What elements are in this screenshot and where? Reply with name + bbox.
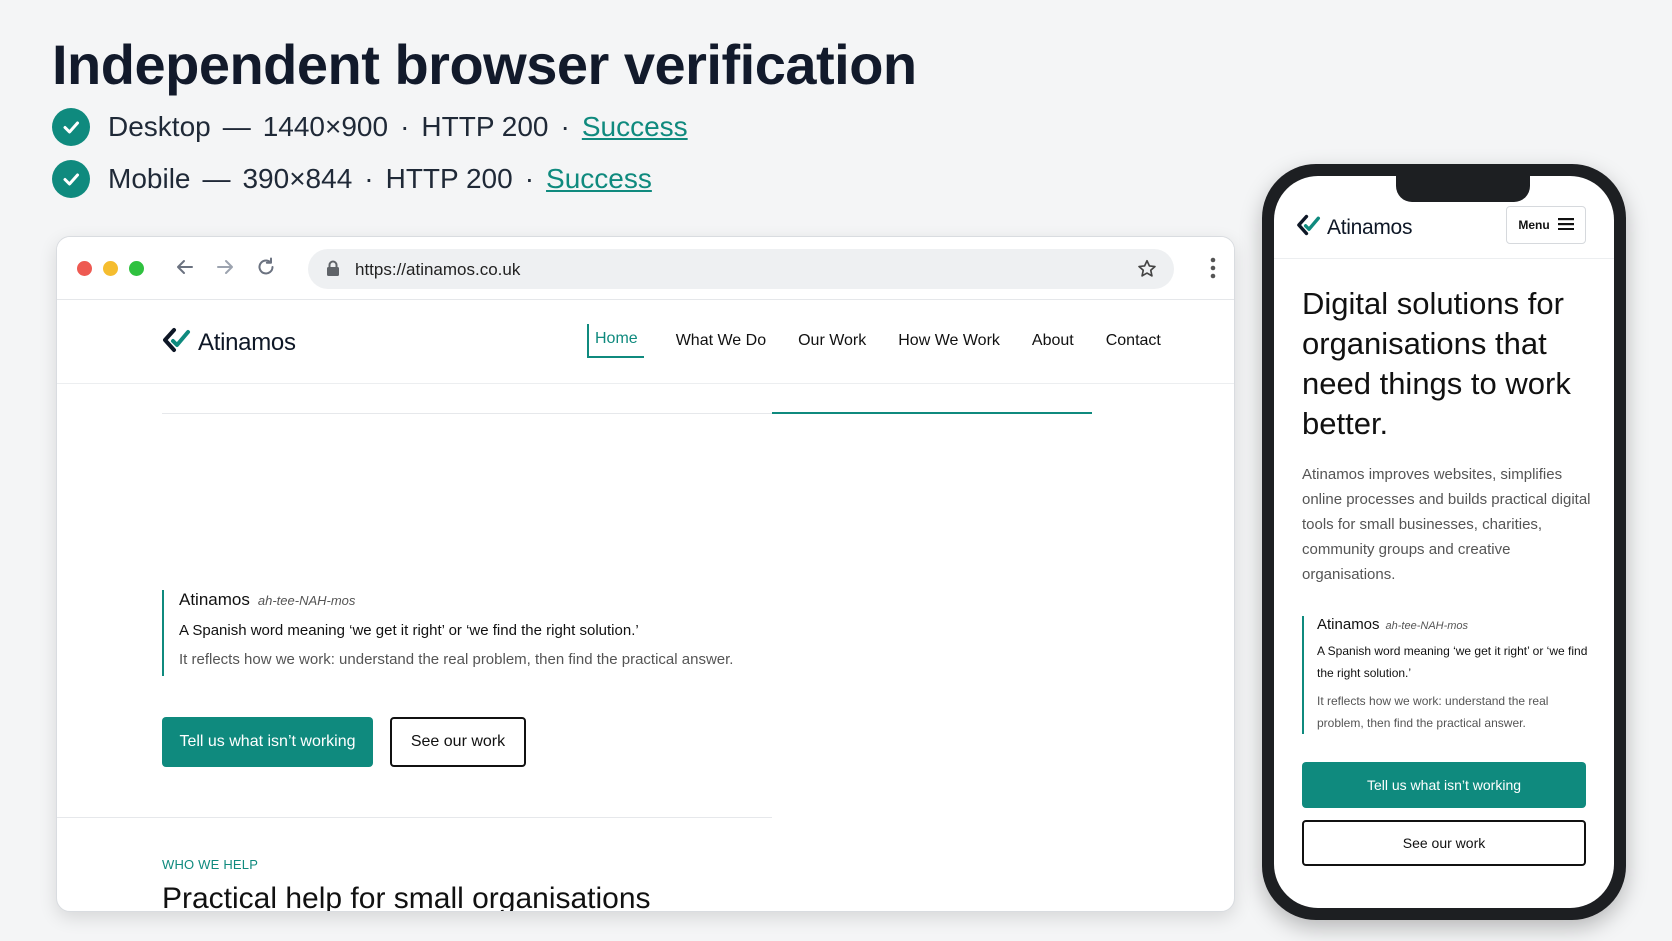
accent-divider <box>772 412 1092 414</box>
more-vert-icon[interactable] <box>1210 257 1216 284</box>
name-meaning-callout: Atinamos ah-tee-NAH-mos A Spanish word me… <box>162 590 733 676</box>
check-circle-icon <box>52 108 90 146</box>
dash-separator: — <box>202 163 231 194</box>
section-divider <box>57 817 772 818</box>
site-logo[interactable]: Atinamos <box>162 327 296 358</box>
section-eyebrow: WHO WE HELP <box>162 857 259 872</box>
minimize-window-button[interactable] <box>103 261 118 276</box>
url-text: https://atinamos.co.uk <box>355 260 521 279</box>
nav-item-contact[interactable]: Contact <box>1106 332 1161 350</box>
http-status: HTTP 200 <box>421 111 549 142</box>
mobile-site-header: Atinamos Menu <box>1274 176 1614 259</box>
callout-meaning: A Spanish word meaning ‘we get it right’… <box>179 622 639 639</box>
desktop-check-status: Desktop — 1440×900 · HTTP 200 · Success <box>52 108 688 146</box>
mobile-name-meaning-callout: Atinamos ah-tee-NAH-mos A Spanish word me… <box>1302 616 1589 734</box>
dash-separator: — <box>222 111 251 142</box>
logo-mark-icon <box>1296 214 1322 241</box>
success-link[interactable]: Success <box>582 111 688 143</box>
mobile-screen: Atinamos Menu Digital solutions for orga… <box>1274 176 1614 908</box>
mobile-phone-frame: Atinamos Menu Digital solutions for orga… <box>1262 164 1626 920</box>
mobile-hero-heading: Digital solutions for organisations that… <box>1302 286 1571 441</box>
tell-us-button[interactable]: Tell us what isn’t working <box>162 717 373 767</box>
pronunciation: ah-tee-NAH-mos <box>257 593 356 608</box>
mobile-site-logo[interactable]: Atinamos <box>1296 214 1412 241</box>
nav-item-home[interactable]: Home <box>587 324 644 358</box>
pronunciation: ah-tee-NAH-mos <box>1385 620 1469 632</box>
nav-item-how-we-work[interactable]: How We Work <box>898 332 1000 350</box>
reload-icon[interactable] <box>250 251 282 283</box>
nav-item-our-work[interactable]: Our Work <box>798 332 866 350</box>
address-bar[interactable]: https://atinamos.co.uk <box>308 249 1174 289</box>
bookmark-star-icon[interactable] <box>1136 258 1158 285</box>
callout-note: It reflects how we work: understand the … <box>1317 694 1549 730</box>
zoom-window-button[interactable] <box>129 261 144 276</box>
divider <box>162 413 772 414</box>
dot-separator: · <box>364 163 374 194</box>
device-label: Mobile <box>108 163 191 194</box>
desktop-browser-window: https://atinamos.co.uk Atinamos Home Wha… <box>56 236 1235 912</box>
lock-icon <box>326 260 340 282</box>
dot-separator: · <box>524 163 535 194</box>
viewport-size: 1440×900 <box>262 111 389 142</box>
logo-text: Atinamos <box>198 328 296 356</box>
mobile-see-our-work-button[interactable]: See our work <box>1302 820 1586 866</box>
section-heading: Practical help for small organisations <box>162 882 651 912</box>
hamburger-icon <box>1557 217 1574 233</box>
close-window-button[interactable] <box>77 261 92 276</box>
dot-separator: · <box>400 111 410 142</box>
callout-meaning: A Spanish word meaning ‘we get it right’… <box>1317 644 1588 680</box>
viewport-size: 390×844 <box>242 163 353 194</box>
callout-name: Atinamos <box>1317 616 1380 633</box>
logo-text: Atinamos <box>1327 215 1413 239</box>
mobile-hero-body: Atinamos improves websites, simplifies o… <box>1302 466 1591 583</box>
mobile-tell-us-button[interactable]: Tell us what isn’t working <box>1302 762 1586 808</box>
menu-button[interactable]: Menu <box>1506 206 1586 244</box>
nav-item-about[interactable]: About <box>1032 332 1074 350</box>
back-arrow-icon[interactable] <box>169 251 201 283</box>
logo-mark-icon <box>162 327 192 358</box>
site-header: Atinamos Home What We Do Our Work How We… <box>57 299 1234 384</box>
menu-label: Menu <box>1518 218 1550 232</box>
page-title: Independent browser verification <box>52 33 917 96</box>
browser-toolbar: https://atinamos.co.uk <box>57 237 1234 300</box>
dot-separator: · <box>560 111 570 142</box>
callout-name: Atinamos <box>179 590 250 609</box>
main-nav: Home What We Do Our Work How We Work Abo… <box>587 299 1161 383</box>
see-our-work-button[interactable]: See our work <box>390 717 526 767</box>
mobile-check-status: Mobile — 390×844 · HTTP 200 · Success <box>52 160 652 198</box>
http-status: HTTP 200 <box>385 163 513 194</box>
check-circle-icon <box>52 160 90 198</box>
callout-note: It reflects how we work: understand the … <box>179 651 734 668</box>
success-link[interactable]: Success <box>546 163 652 195</box>
nav-item-what-we-do[interactable]: What We Do <box>676 332 766 350</box>
forward-arrow-icon[interactable] <box>209 251 241 283</box>
device-label: Desktop <box>108 111 211 142</box>
